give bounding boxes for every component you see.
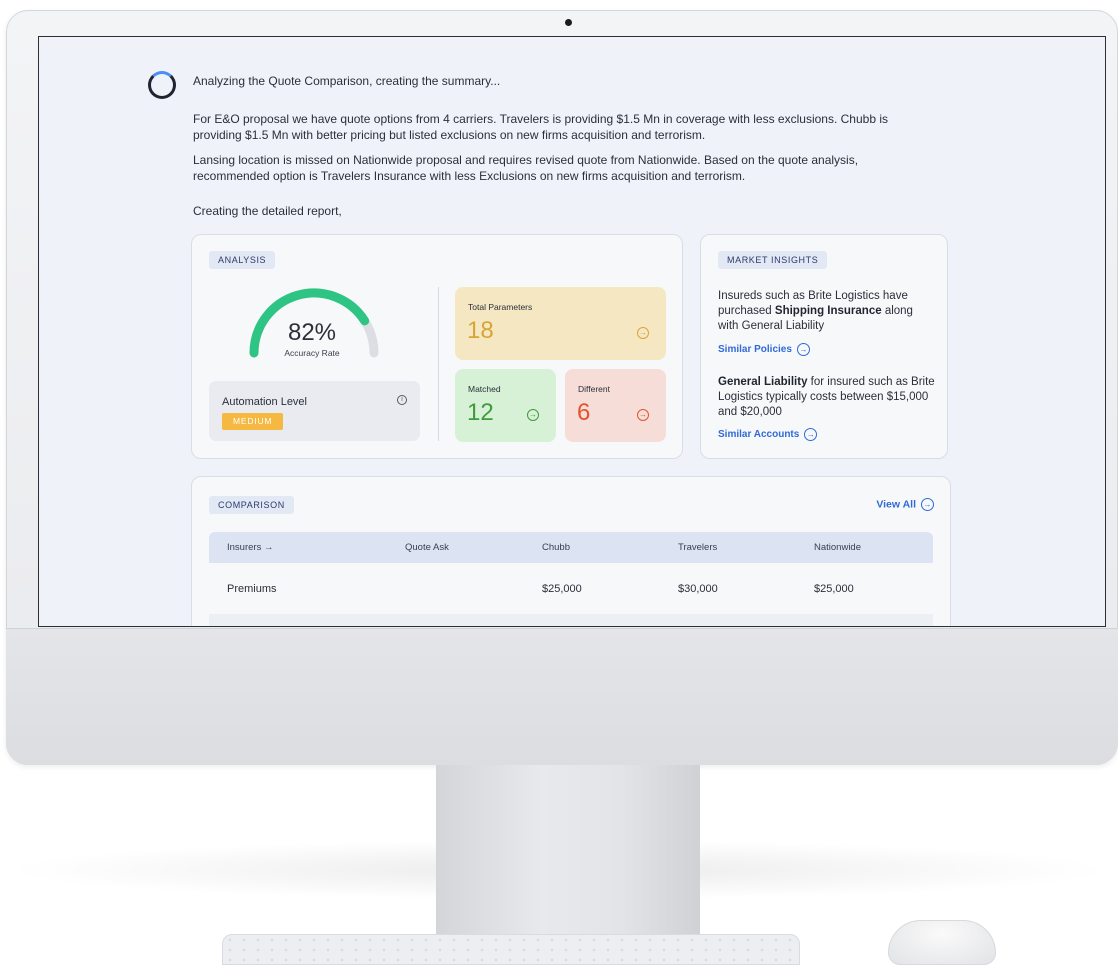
view-all-link[interactable]: View All → — [876, 498, 934, 511]
status-message: Analyzing the Quote Comparison, creating… — [193, 74, 501, 88]
loading-spinner-icon — [148, 71, 176, 99]
analysis-divider — [438, 287, 439, 441]
arrow-right-circle-icon[interactable]: → — [637, 409, 649, 421]
arrow-right-circle-icon: → — [796, 343, 810, 356]
automation-level-box: Automation Level i MEDIUM — [209, 381, 420, 441]
summary-paragraph-1: For E&O proposal we have quote options f… — [193, 112, 888, 142]
header-nationwide: Nationwide — [814, 542, 861, 553]
market-insights-tag: MARKET INSIGHTS — [718, 251, 828, 269]
summary-paragraph-3: Creating the detailed report, — [193, 204, 342, 218]
cell-travelers: $30,000 — [678, 583, 718, 595]
row-label: Premiums — [227, 583, 277, 595]
insight-1-highlight: Shipping Insurance — [774, 305, 882, 317]
accuracy-value: 82% — [287, 319, 337, 346]
header-chubb: Chubb — [542, 542, 570, 553]
mouse — [888, 920, 996, 965]
analysis-card: ANALYSIS 82% Accuracy Rate Automation Le… — [191, 234, 683, 459]
arrow-right-circle-icon[interactable]: → — [637, 327, 649, 339]
header-travelers: Travelers — [678, 542, 718, 553]
keyboard — [222, 934, 800, 965]
arrow-right-circle-icon[interactable]: → — [527, 409, 539, 421]
accuracy-label: Accuracy Rate — [284, 348, 340, 358]
header-insurers[interactable]: Insurers → — [227, 542, 273, 553]
comparison-tag: COMPARISON — [209, 496, 294, 514]
monitor-stand — [436, 765, 700, 935]
matched-tile[interactable]: Matched 12 → — [455, 369, 556, 442]
view-all-label: View All — [876, 498, 916, 511]
analysis-tag: ANALYSIS — [209, 251, 276, 269]
matched-value: 12 — [467, 399, 494, 426]
similar-policies-label: Similar Policies — [718, 344, 792, 356]
camera-icon — [565, 19, 572, 26]
comparison-card: COMPARISON View All → Insurers → Quote As… — [191, 476, 951, 626]
different-value: 6 — [577, 399, 591, 426]
market-insights-card: MARKET INSIGHTS Insureds such as Brite L… — [700, 234, 948, 459]
cell-chubb: $25,000 — [542, 583, 582, 595]
different-label: Different — [578, 384, 610, 394]
automation-level-badge: MEDIUM — [222, 413, 284, 430]
automation-level-label: Automation Level — [222, 396, 307, 408]
total-parameters-tile[interactable]: Total Parameters 18 → — [455, 287, 666, 360]
total-parameters-value: 18 — [467, 317, 494, 344]
arrow-right-circle-icon: → — [921, 498, 934, 511]
table-row: Premiums $25,000 $30,000 $25,000 — [209, 563, 933, 614]
monitor-chin — [6, 628, 1118, 765]
different-tile[interactable]: Different 6 → — [565, 369, 666, 442]
matched-label: Matched — [468, 384, 501, 394]
insight-2-highlight: General Liability — [718, 376, 808, 388]
insight-2: General Liability for insured such as Br… — [718, 375, 936, 420]
arrow-right-circle-icon: → — [804, 428, 818, 441]
similar-policies-link[interactable]: Similar Policies → — [718, 343, 810, 356]
similar-accounts-link[interactable]: Similar Accounts → — [718, 428, 818, 441]
info-icon[interactable]: i — [397, 395, 407, 405]
comparison-table-header: Insurers → Quote Ask Chubb Travelers Nat… — [209, 532, 933, 563]
summary-paragraph-2: Lansing location is missed on Nationwide… — [193, 153, 859, 183]
screen: Analyzing the Quote Comparison, creating… — [38, 36, 1106, 627]
table-row — [209, 614, 933, 626]
total-parameters-label: Total Parameters — [468, 302, 533, 312]
cell-nationwide: $25,000 — [814, 583, 854, 595]
header-quote-ask: Quote Ask — [405, 542, 449, 553]
insight-1: Insureds such as Brite Logistics have pu… — [718, 289, 936, 334]
similar-accounts-label: Similar Accounts — [718, 429, 800, 441]
